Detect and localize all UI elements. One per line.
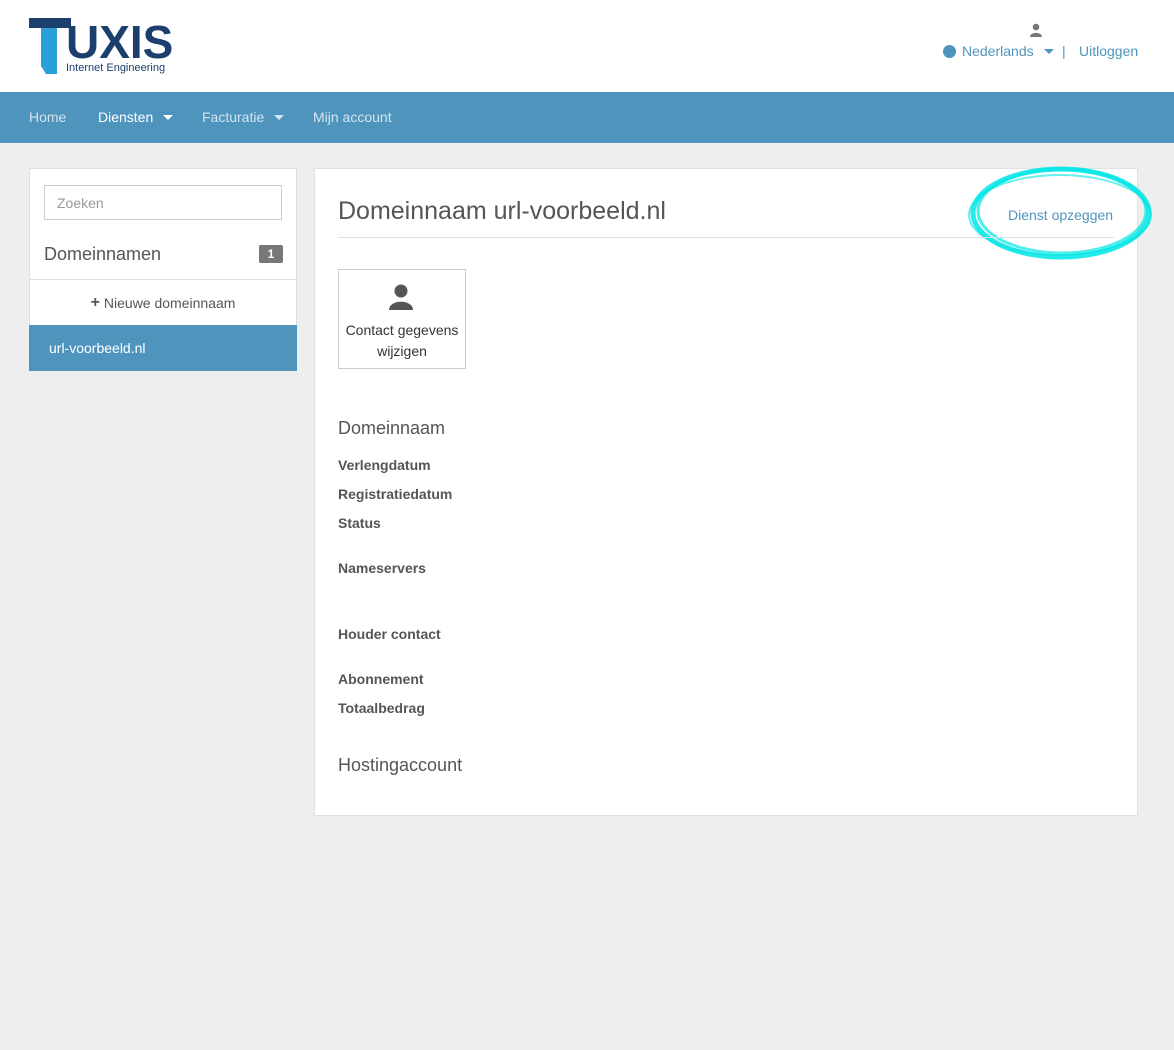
sidebar-title: Domeinnamen (44, 244, 162, 264)
logo-tagline: Internet Engineering (66, 62, 166, 74)
nav-facturatie-label: Facturatie (202, 109, 265, 125)
cancel-service-link[interactable]: Dienst opzeggen (1008, 207, 1113, 223)
nav-diensten-label: Diensten (98, 109, 154, 125)
user-icon (389, 284, 413, 310)
globe-icon (943, 44, 956, 58)
search-input[interactable] (44, 185, 282, 220)
nav-home-label: Home (29, 109, 67, 125)
main-navbar: Home Diensten Facturatie Mijn account (0, 92, 1174, 143)
logo[interactable]: UXIS Internet Engineering (29, 16, 173, 78)
new-domain-label: Nieuwe domeinnaam (103, 294, 236, 311)
nav-mijn-account[interactable]: Mijn account (313, 109, 392, 125)
field-renewal-date: Verlengdatum (338, 457, 431, 473)
page-title: Domeinnaam url-voorbeeld.nl (338, 197, 666, 225)
plus-icon: + (90, 293, 100, 311)
main-panel: Domeinnaam url-voorbeeld.nl Dienst opzeg… (314, 166, 1152, 816)
nav-diensten[interactable]: Diensten (98, 109, 174, 125)
section-domain-heading: Domeinnaam (338, 418, 446, 438)
logout-link[interactable]: Uitloggen (1079, 43, 1138, 59)
field-status: Status (338, 515, 381, 531)
nav-facturatie[interactable]: Facturatie (202, 109, 285, 125)
header-separator: | (1062, 43, 1066, 59)
chevron-down-icon (1043, 48, 1054, 54)
language-label: Nederlands (962, 43, 1034, 59)
chevron-down-icon (274, 114, 285, 120)
field-registration-date: Registratiedatum (338, 486, 453, 502)
nav-mijn-account-label: Mijn account (313, 109, 392, 125)
chevron-down-icon (163, 114, 174, 120)
section-hosting-heading: Hostingaccount (338, 755, 463, 775)
logo-mark-icon (29, 18, 71, 74)
edit-contact-button[interactable]: Contact gegevens wijzigen (338, 269, 466, 369)
sidebar-item-domain[interactable]: url-voorbeeld.nl (29, 325, 297, 371)
language-selector[interactable]: Nederlands (943, 43, 1054, 59)
user-icon[interactable] (1030, 23, 1042, 37)
new-domain-button[interactable]: + Nieuwe domeinnaam (30, 280, 296, 325)
title-divider (338, 237, 1114, 238)
logo-text: UXIS (66, 16, 174, 68)
edit-contact-label: Contact gegevens wijzigen (345, 322, 459, 359)
count-badge: 1 (259, 245, 283, 263)
field-subscription: Abonnement (338, 671, 424, 687)
sidebar: Domeinnamen 1 + Nieuwe domeinnaam url-vo… (29, 168, 297, 371)
nav-home[interactable]: Home (29, 109, 66, 125)
field-nameservers: Nameservers (338, 560, 426, 576)
field-holder-contact: Houder contact (338, 626, 441, 642)
header: UXIS Internet Engineering Nederlands | U… (0, 0, 1174, 92)
field-total-amount: Totaalbedrag (338, 700, 425, 716)
